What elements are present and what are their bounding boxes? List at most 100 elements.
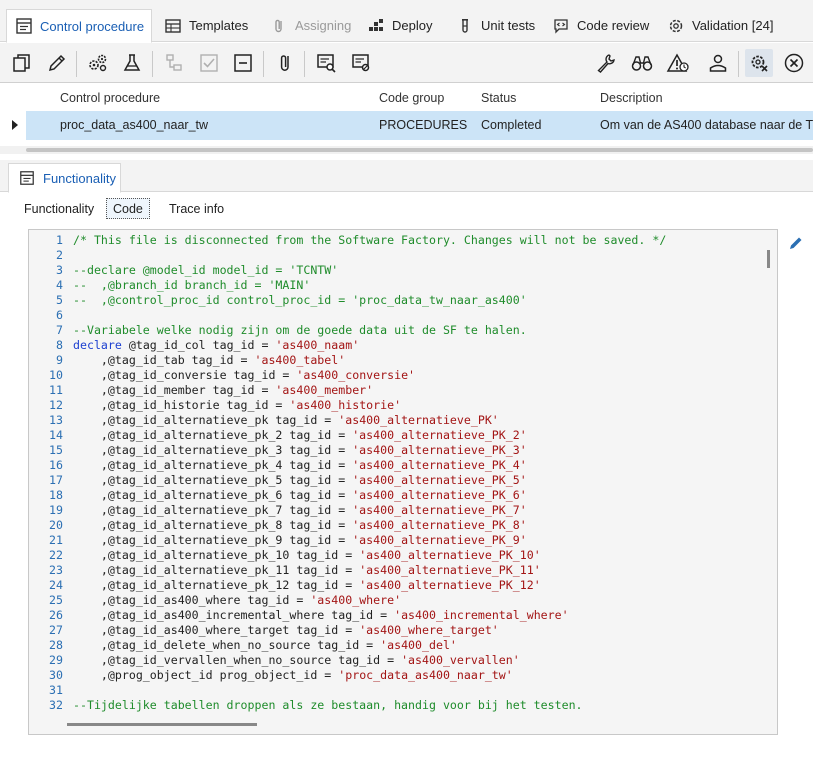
tab-control-procedure[interactable]: Control procedure [6,9,152,43]
code-line[interactable]: ,@tag_id_alternatieve_pk_3 tag_id = 'as4… [73,443,527,458]
copy-button[interactable] [8,49,36,77]
subtab-code[interactable]: Code [106,198,150,219]
view-button[interactable] [628,49,656,77]
tab-deploy[interactable]: Deploy [359,9,440,42]
tab-validation[interactable]: Validation [24] [659,9,781,42]
code-line[interactable]: -- ,@control_proc_id control_proc_id = '… [73,293,527,308]
code-line[interactable]: ,@tag_id_conversie tag_id = 'as400_conve… [73,368,415,383]
cell-description[interactable]: Om van de AS400 database naar de TW of [600,118,813,132]
settings-wrench-button[interactable] [592,49,620,77]
code-line[interactable]: --declare @model_id model_id = 'TCNTW' [73,263,338,278]
grid-horizontal-scrollbar[interactable] [26,148,813,152]
code-token: ,@tag_id_alternatieve_pk_7 tag_id = [73,503,353,517]
attach-button[interactable] [271,49,299,77]
editor-horizontal-scrollbar[interactable] [67,723,257,726]
code-line[interactable]: ,@prog_object_id prog_object_id = 'proc_… [73,668,513,683]
code-review-icon [552,17,570,35]
code-line[interactable]: ,@tag_id_as400_incremental_where tag_id … [73,608,569,623]
code-line[interactable]: ,@tag_id_alternatieve_pk_12 tag_id = 'as… [73,578,541,593]
column-header[interactable]: Status [481,91,516,105]
code-editor[interactable]: 1 2 3 4 5 6 7 8 9 10 11 12 13 14 15 16 17 18 19 20 21 22 23 24 2… [28,229,778,735]
tab-label: Deploy [392,18,433,33]
code-line[interactable]: ,@tag_id_alternatieve_pk_10 tag_id = 'as… [73,548,541,563]
user-button[interactable] [704,49,732,77]
code-line[interactable]: /* This file is disconnected from the So… [73,233,666,248]
line-number: 10 [49,368,63,382]
line-number: 3 [56,263,63,277]
code-line[interactable]: ,@tag_id_delete_when_no_source tag_id = … [73,638,457,653]
code-line[interactable]: ,@tag_id_alternatieve_pk_7 tag_id = 'as4… [73,503,527,518]
column-header[interactable]: Description [600,91,663,105]
line-number: 14 [49,428,63,442]
code-line[interactable]: ,@tag_id_alternatieve_pk tag_id = 'as400… [73,413,499,428]
line-number: 15 [49,443,63,457]
code-line[interactable]: ,@tag_id_alternatieve_pk_8 tag_id = 'as4… [73,518,527,533]
code-line[interactable]: ,@tag_id_alternatieve_pk_6 tag_id = 'as4… [73,488,527,503]
test-button[interactable] [118,49,146,77]
code-token: ,@tag_id_alternatieve_pk_10 tag_id = [73,548,360,562]
code-line[interactable]: -- ,@branch_id branch_id = 'MAIN' [73,278,310,293]
code-line[interactable]: ,@tag_id_alternatieve_pk_2 tag_id = 'as4… [73,428,527,443]
code-text-area[interactable]: /* This file is disconnected from the So… [67,230,761,734]
cell-code-group[interactable]: PROCEDURES [379,118,467,132]
code-line[interactable]: ,@tag_id_historie tag_id = 'as400_histor… [73,398,401,413]
line-number: 32 [49,698,63,712]
code-token: 'as400_conversie' [296,368,416,382]
compare-button[interactable] [347,49,375,77]
document-settings-icon [352,54,370,72]
collapse-button[interactable] [229,49,257,77]
code-line[interactable]: ,@tag_id_alternatieve_pk_4 tag_id = 'as4… [73,458,527,473]
cell-control-procedure[interactable]: proc_data_as400_naar_tw [60,118,208,132]
warning-icon [666,53,689,72]
subtab-functionality[interactable]: Functionality [18,198,100,219]
form-icon [15,17,33,35]
code-line[interactable]: --Variabele welke nodig zijn om de goede… [73,323,527,338]
code-line[interactable]: --Tijdelijke tabellen droppen als ze bes… [73,698,583,713]
tab-assigning[interactable]: Assigning [262,9,359,42]
code-token: 'as400_alternatieve_PK_6' [352,488,527,502]
tab-templates[interactable]: Templates [156,9,256,42]
code-line[interactable]: ,@tag_id_member tag_id = 'as400_member' [73,383,373,398]
column-header[interactable]: Code group [379,91,444,105]
code-token: 'as400_historie' [289,398,402,412]
review-button[interactable] [312,49,340,77]
code-line[interactable]: ,@tag_id_as400_where_target tag_id = 'as… [73,623,499,638]
code-line[interactable]: ,@tag_id_vervallen_when_no_source tag_id… [73,653,520,668]
main-tab-bar: Control procedure Templates Assigning De… [0,0,813,43]
code-token: 'proc_data_as400_naar_tw' [338,668,513,682]
edit-button[interactable] [43,49,71,77]
code-token: 'as400_alternatieve_PK_11' [359,563,541,577]
code-token: 'as400_alternatieve_PK' [338,413,499,427]
code-line[interactable]: ,@tag_id_alternatieve_pk_5 tag_id = 'as4… [73,473,527,488]
tab-label: Code review [577,18,650,33]
edit-code-button[interactable] [787,234,805,252]
code-line[interactable]: ,@tag_id_as400_where tag_id = 'as400_whe… [73,593,401,608]
column-header[interactable]: Control procedure [60,91,160,105]
code-line[interactable]: ,@tag_id_alternatieve_pk_11 tag_id = 'as… [73,563,541,578]
code-token: 'as400_alternatieve_PK_10' [359,548,541,562]
code-line[interactable]: ,@tag_id_alternatieve_pk_9 tag_id = 'as4… [73,533,527,548]
code-token: ,@tag_id_tab tag_id = [73,353,255,367]
code-token: ,@tag_id_as400_incremental_where tag_id … [73,608,395,622]
code-line[interactable]: declare @tag_id_col tag_id = 'as400_naam… [73,338,359,353]
tab-functionality[interactable]: Functionality [8,163,121,193]
close-button[interactable] [780,49,808,77]
code-token: 'as400_where_target' [359,623,499,637]
editor-vertical-scrollbar[interactable] [767,250,770,268]
tab-unit-tests[interactable]: Unit tests [448,9,543,42]
subtab-trace-info[interactable]: Trace info [163,198,230,219]
warning-button[interactable] [664,49,692,77]
check-button[interactable] [195,49,223,77]
code-line[interactable]: ,@tag_id_tab tag_id = 'as400_tabel' [73,353,345,368]
line-number: 5 [56,293,63,307]
configure-button[interactable] [745,49,773,77]
tab-code-review[interactable]: Code review [544,9,657,42]
hierarchy-button[interactable] [160,49,188,77]
line-number: 19 [49,503,63,517]
cell-status[interactable]: Completed [481,118,541,132]
code-token: ,@tag_id_alternatieve_pk_11 tag_id = [73,563,360,577]
generate-button[interactable] [84,49,112,77]
code-token: ,@prog_object_id prog_object_id = [73,668,339,682]
line-number: 4 [56,278,63,292]
subtab-label: Code [113,201,143,216]
